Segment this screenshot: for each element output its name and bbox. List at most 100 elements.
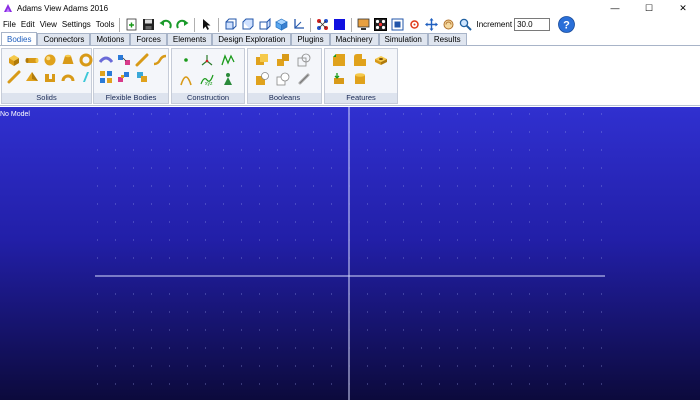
new-model-icon (127, 18, 137, 31)
split-icon (276, 72, 289, 85)
minimize-button[interactable]: — (598, 0, 632, 16)
toggle-grid-button[interactable] (373, 17, 388, 32)
dummy-part-tool[interactable] (220, 71, 235, 86)
view-iso-button[interactable] (274, 17, 289, 32)
boolean-intersect-tool[interactable] (296, 52, 311, 67)
render-mode-button[interactable] (332, 17, 347, 32)
cylinder-tool[interactable] (24, 52, 39, 67)
fillet-tool[interactable] (352, 52, 367, 67)
sphere-icon (44, 54, 55, 65)
ribbon-group-solids: Solids (1, 48, 92, 104)
save-button[interactable] (141, 17, 156, 32)
rigid-to-flex-tool[interactable] (116, 52, 131, 67)
zoom-fit-button[interactable] (390, 17, 405, 32)
ribbon-panel: Solids Flexible Bodies xyz Construction (0, 46, 700, 106)
center-button[interactable] (407, 17, 422, 32)
link-icon (7, 70, 20, 83)
translate-button[interactable] (424, 17, 439, 32)
view-top-button[interactable] (240, 17, 255, 32)
polyline-tool[interactable] (220, 52, 235, 67)
discrete-flex-link-tool[interactable] (98, 52, 113, 67)
boolean-union-tool[interactable] (254, 52, 269, 67)
sphere-tool[interactable] (42, 52, 57, 67)
close-button[interactable]: ✕ (666, 0, 700, 16)
plane-tool[interactable] (78, 69, 93, 84)
extrusion-tool[interactable] (42, 69, 57, 84)
fillet-icon (353, 53, 366, 66)
view-flex-tool[interactable] (134, 69, 149, 84)
save-icon (143, 19, 155, 30)
axes-icon (294, 19, 305, 29)
box-tool[interactable] (6, 52, 21, 67)
boss-tool[interactable] (331, 71, 346, 86)
beam-tool[interactable] (134, 52, 149, 67)
flexible-link-tool[interactable] (152, 52, 167, 67)
mnf-import-tool[interactable] (98, 69, 113, 84)
arc-tool[interactable] (178, 71, 193, 86)
view-cube-icon (225, 18, 237, 30)
flex-link-icon (98, 56, 113, 63)
view-front-button[interactable] (223, 17, 238, 32)
tab-motions[interactable]: Motions (90, 33, 131, 45)
shell-tool[interactable] (352, 71, 367, 86)
group-label-construction: Construction (172, 93, 244, 103)
tab-simulation[interactable]: Simulation (378, 33, 428, 45)
new-model-button[interactable] (124, 17, 139, 32)
plate-tool[interactable] (24, 69, 39, 84)
marker-tool[interactable] (199, 52, 214, 67)
rotate-button[interactable] (441, 17, 456, 32)
view-right-button[interactable] (257, 17, 272, 32)
point-tool[interactable] (178, 52, 193, 67)
target-icon (410, 20, 420, 29)
tab-machinery[interactable]: Machinery (329, 33, 379, 45)
screen-grid-button[interactable] (356, 17, 371, 32)
menu-edit[interactable]: Edit (19, 20, 37, 29)
revolution-tool[interactable] (60, 69, 75, 84)
boolean-cut-tool[interactable] (254, 71, 269, 86)
tab-design-exploration[interactable]: Design Exploration (212, 33, 292, 45)
menu-settings[interactable]: Settings (60, 20, 93, 29)
coordinate-system-button[interactable] (291, 17, 306, 32)
hole-tool[interactable] (373, 52, 388, 67)
increment-label: Increment (476, 20, 513, 29)
boolean-chain-tool[interactable] (296, 71, 311, 86)
tab-connectors[interactable]: Connectors (37, 33, 91, 45)
tab-results[interactable]: Results (427, 33, 467, 45)
graphics-viewport[interactable]: No Model (0, 107, 700, 400)
spline-tool[interactable]: xyz (199, 71, 214, 86)
flex-swap-tool[interactable] (116, 69, 131, 84)
select-button[interactable] (199, 17, 214, 32)
menu-tools[interactable]: Tools (94, 20, 117, 29)
chamfer-tool[interactable] (331, 52, 346, 67)
undo-button[interactable] (158, 17, 173, 32)
tab-forces[interactable]: Forces (130, 33, 167, 45)
solid-square-icon (334, 19, 346, 30)
zoom-button[interactable] (458, 17, 473, 32)
figure-icon (223, 72, 232, 85)
svg-text:xyz: xyz (205, 81, 213, 86)
frustum-tool[interactable] (60, 52, 75, 67)
redo-button[interactable] (175, 17, 190, 32)
group-label-solids: Solids (2, 93, 91, 103)
increment-input[interactable] (514, 18, 551, 31)
menu-file[interactable]: File (1, 20, 18, 29)
undo-icon (159, 19, 173, 29)
link-tool[interactable] (6, 69, 21, 84)
tab-plugins[interactable]: Plugins (291, 33, 330, 45)
spline-xyz-icon: xyz (199, 74, 214, 86)
tab-elements[interactable]: Elements (166, 33, 213, 45)
menu-view[interactable]: View (38, 20, 59, 29)
boolean-merge-tool[interactable] (275, 52, 290, 67)
model-browser-button[interactable] (315, 17, 330, 32)
monitor-icon (358, 18, 370, 30)
ribbon-group-features: Features (324, 48, 398, 104)
help-icon[interactable]: ? (558, 16, 575, 33)
boolean-split-tool[interactable] (275, 71, 290, 86)
torus-tool[interactable] (78, 52, 93, 67)
maximize-button[interactable]: ☐ (632, 0, 666, 16)
mesh-icon (99, 70, 112, 83)
polyline-icon (220, 53, 235, 65)
magnifier-icon (460, 18, 473, 31)
tab-bodies[interactable]: Bodies (1, 32, 38, 45)
toolbar-separator (351, 17, 353, 32)
